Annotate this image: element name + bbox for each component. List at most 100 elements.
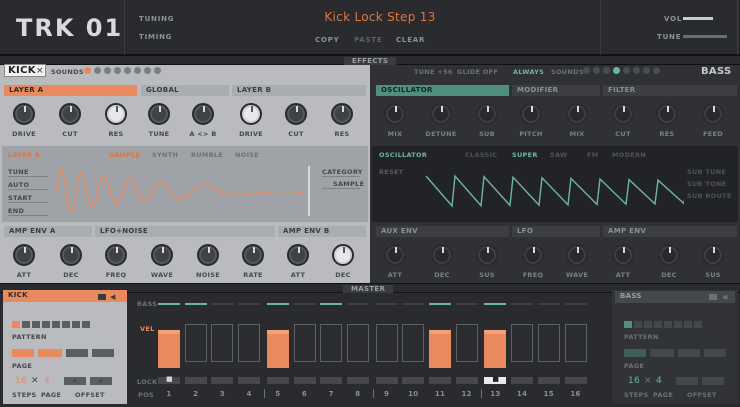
sound-slot-right-7[interactable] <box>643 67 650 74</box>
kick-pattern-2[interactable] <box>22 321 30 328</box>
sound-slot-right-2[interactable] <box>593 67 600 74</box>
lock-step-14[interactable] <box>511 377 534 384</box>
bass-top-knob-8[interactable] <box>702 103 724 125</box>
clear-button[interactable]: CLEAR <box>396 36 425 44</box>
bass-bottom-knob-1[interactable] <box>384 244 406 266</box>
param-auto[interactable]: AUTO <box>8 181 29 189</box>
bass-pattern-4[interactable] <box>654 321 662 328</box>
reset-label[interactable]: RESET <box>379 168 404 176</box>
tab-lfo[interactable]: LFO <box>512 226 600 237</box>
sample-slider[interactable] <box>322 188 360 189</box>
kick-pattern-1[interactable] <box>12 321 20 328</box>
bass-bottom-knob-5[interactable] <box>566 244 588 266</box>
bass-mute-icon[interactable] <box>709 294 717 300</box>
bass-offset-left[interactable] <box>676 377 698 385</box>
bass-pattern-3[interactable] <box>644 321 652 328</box>
sound-slot-5[interactable] <box>124 67 131 74</box>
bass-offset-right[interactable] <box>702 377 724 385</box>
sound-slot-right-1[interactable] <box>583 67 590 74</box>
page-1-button[interactable] <box>12 349 34 357</box>
step-4[interactable] <box>238 324 261 362</box>
sound-name-bass[interactable]: BASS <box>701 66 732 77</box>
tab-amp-env-b[interactable]: AMP ENV B <box>278 226 366 237</box>
osc-mode-super[interactable]: SUPER <box>512 151 538 159</box>
bass-step-5[interactable] <box>266 303 289 305</box>
pos-step-7[interactable]: 7 <box>320 390 342 398</box>
kick-pattern-5[interactable] <box>52 321 60 328</box>
bass-step-6[interactable] <box>293 303 316 305</box>
step-5[interactable] <box>266 329 289 368</box>
oscillator-waveform[interactable] <box>424 166 684 214</box>
pos-step-12[interactable]: 12 <box>456 390 478 398</box>
bass-step-15[interactable] <box>537 303 560 305</box>
tab-layer-b[interactable]: LAYER B <box>232 85 366 96</box>
lock-step-3[interactable] <box>211 377 234 384</box>
kick-speaker-icon[interactable]: ◀ <box>110 293 116 301</box>
sample-label[interactable]: SAMPLE <box>333 180 364 188</box>
mode-noise[interactable]: NOISE <box>235 151 259 159</box>
bass-page-2-button[interactable] <box>650 349 674 357</box>
kick-pattern-6[interactable] <box>62 321 70 328</box>
kick-top-knob-5[interactable] <box>192 103 214 125</box>
sound-select[interactable]: KICK × <box>4 64 46 77</box>
kick-pattern-4[interactable] <box>42 321 50 328</box>
param-slider-1[interactable] <box>8 176 48 177</box>
step-1[interactable] <box>158 329 180 368</box>
copy-button[interactable]: COPY <box>315 36 340 44</box>
param-slider-2[interactable] <box>8 189 48 190</box>
sound-slot-right-6[interactable] <box>633 67 640 74</box>
osc-mode-saw[interactable]: SAW <box>550 151 568 159</box>
offset-right-button[interactable]: » <box>90 377 112 385</box>
sound-slot-7[interactable] <box>144 67 151 74</box>
bass-step-3[interactable] <box>211 303 234 305</box>
bass-pattern-5[interactable] <box>664 321 672 328</box>
step-6[interactable] <box>293 324 316 362</box>
param-end[interactable]: END <box>8 207 24 215</box>
pos-step-1[interactable]: 1 <box>158 390 180 398</box>
page-4-button[interactable] <box>92 349 114 357</box>
category-label[interactable]: CATEGORY <box>322 168 363 176</box>
kick-pattern-7[interactable] <box>72 321 80 328</box>
timing-menu[interactable]: TIMING <box>139 33 172 41</box>
kick-pattern-8[interactable] <box>82 321 90 328</box>
bass-step-12[interactable] <box>455 303 478 305</box>
step-14[interactable] <box>511 324 534 362</box>
bass-step-13[interactable] <box>484 303 507 305</box>
bass-top-knob-4[interactable] <box>520 103 542 125</box>
pos-step-14[interactable]: 14 <box>511 390 533 398</box>
page-3-button[interactable] <box>66 349 88 357</box>
bass-pattern-1[interactable] <box>624 321 632 328</box>
lock-step-12[interactable] <box>455 377 478 384</box>
bass-step-14[interactable] <box>511 303 534 305</box>
sound-slot-1[interactable] <box>84 67 91 74</box>
sound-slot-right-4[interactable] <box>613 67 620 74</box>
bass-bottom-knob-8[interactable] <box>702 244 724 266</box>
kick-top-knob-1[interactable] <box>13 103 35 125</box>
tab-amp-env-a[interactable]: AMP ENV A <box>4 226 92 237</box>
kick-bottom-knob-2[interactable] <box>60 244 82 266</box>
bass-bottom-knob-6[interactable] <box>612 244 634 266</box>
step-16[interactable] <box>564 324 587 362</box>
param-start[interactable]: START <box>8 194 32 202</box>
step-15[interactable] <box>537 324 560 362</box>
param-slider-4[interactable] <box>8 215 48 216</box>
kick-pattern-3[interactable] <box>32 321 40 328</box>
sound-slot-right-5[interactable] <box>623 67 630 74</box>
pos-step-13[interactable]: 13 <box>484 390 506 398</box>
pos-step-4[interactable]: 4 <box>238 390 260 398</box>
always-label[interactable]: ALWAYS <box>513 68 544 76</box>
bass-pattern-8[interactable] <box>694 321 702 328</box>
sound-slot-3[interactable] <box>104 67 111 74</box>
kick-bottom-knob-5[interactable] <box>197 244 219 266</box>
pos-step-11[interactable]: 11 <box>429 390 451 398</box>
bass-page-4-button[interactable] <box>704 349 726 357</box>
page-value[interactable]: 4 <box>44 376 50 386</box>
step-8[interactable] <box>346 324 369 362</box>
mode-sample[interactable]: SAMPLE <box>109 151 140 159</box>
sound-slot-4[interactable] <box>114 67 121 74</box>
pos-step-16[interactable]: 16 <box>565 390 587 398</box>
pos-step-10[interactable]: 10 <box>402 390 424 398</box>
bass-step-8[interactable] <box>346 303 369 305</box>
bass-top-knob-3[interactable] <box>476 103 498 125</box>
lock-step-16[interactable] <box>564 377 587 384</box>
